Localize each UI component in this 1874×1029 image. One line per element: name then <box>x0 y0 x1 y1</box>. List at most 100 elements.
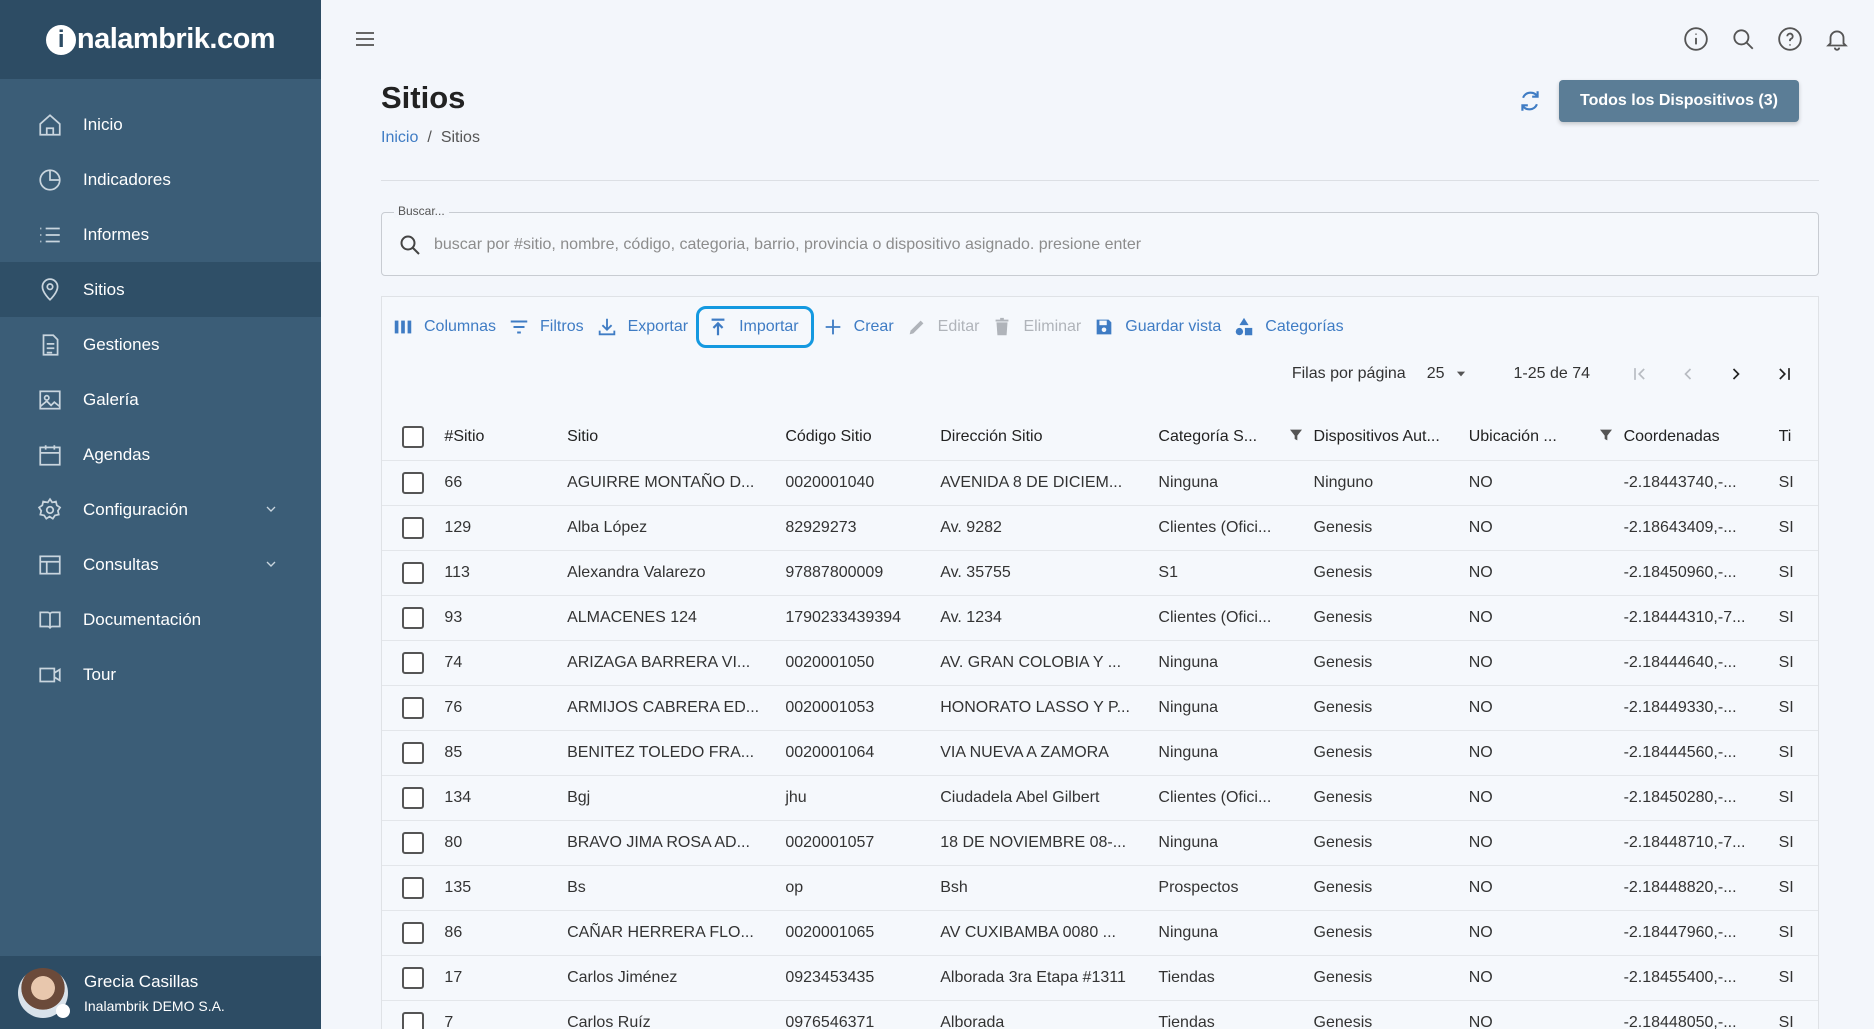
sidebar-item-indicadores[interactable]: Indicadores <box>0 152 321 207</box>
table-cell: Genesis <box>1313 684 1469 730</box>
row-checkbox[interactable] <box>402 876 424 899</box>
create-button[interactable]: Crear <box>818 309 898 345</box>
table-cell: -2.18443740,-... <box>1623 459 1779 505</box>
user-profile[interactable]: Grecia Casillas Inalambrik DEMO S.A. <box>0 956 321 1029</box>
row-checkbox[interactable] <box>402 516 424 539</box>
search-icon <box>398 233 422 257</box>
table-row[interactable]: 7 Carlos Ruíz 0976546371 Alborada Tiendas Gen… <box>382 999 1818 1029</box>
table-cell: Tiendas <box>1158 954 1314 1000</box>
sidebar-item-tour[interactable]: Tour <box>0 647 321 702</box>
table-cell: Ciudadela Abel Gilbert <box>940 774 1159 820</box>
prev-page-button[interactable] <box>1674 360 1702 388</box>
column-header[interactable]: Sitio <box>567 415 785 460</box>
sidebar-item-sitios[interactable]: Sitios <box>0 262 321 317</box>
column-header[interactable]: Ubicación ... <box>1469 415 1624 460</box>
rows-per-page-select[interactable]: 25 <box>1427 365 1469 383</box>
column-header[interactable]: #Sitio <box>444 415 567 460</box>
table-cell: SI <box>1778 639 1818 685</box>
first-page-button[interactable] <box>1626 360 1654 388</box>
search-label: Buscar... <box>394 204 449 218</box>
info-icon[interactable] <box>1683 26 1709 52</box>
refresh-icon[interactable] <box>1517 88 1543 114</box>
sidebar-item-inicio[interactable]: Inicio <box>0 97 321 152</box>
table-row[interactable]: 93 ALMACENES 124 1790233439394 Av. 1234 Clie… <box>382 594 1818 640</box>
filters-button[interactable]: Filtros <box>504 309 588 345</box>
table-cell: Ninguna <box>1158 729 1314 775</box>
table-row[interactable]: 113 Alexandra Valarezo 97887800009 Av. 3575… <box>382 549 1818 595</box>
search-icon[interactable] <box>1730 26 1756 52</box>
table-cell: SI <box>1778 864 1818 910</box>
column-header[interactable]: Ti <box>1779 415 1818 460</box>
table-cell: 18 DE NOVIEMBRE 08-... <box>940 819 1159 865</box>
save-view-button[interactable]: Guardar vista <box>1089 309 1225 345</box>
all-devices-button[interactable]: Todos los Dispositivos (3) <box>1559 80 1799 122</box>
search-input[interactable] <box>434 225 1794 265</box>
sidebar-item-gestiones[interactable]: Gestiones <box>0 317 321 372</box>
table-cell: Av. 9282 <box>940 504 1159 550</box>
row-checkbox[interactable] <box>402 471 424 494</box>
bell-icon[interactable] <box>1824 26 1850 52</box>
column-header[interactable]: Dispositivos Aut... <box>1314 415 1469 460</box>
plus-icon <box>825 319 840 335</box>
sidebar-item-label: Sitios <box>83 279 125 299</box>
sidebar-item-galeria[interactable]: Galería <box>0 372 321 427</box>
table-cell: -2.18447960,-... <box>1623 909 1779 955</box>
row-select-cell <box>382 594 445 640</box>
sidebar-item-agendas[interactable]: Agendas <box>0 427 321 482</box>
delete-button[interactable]: Eliminar <box>987 309 1085 345</box>
table-cell: SI <box>1778 774 1818 820</box>
sidebar-item-informes[interactable]: Informes <box>0 207 321 262</box>
help-icon[interactable] <box>1777 26 1803 52</box>
row-checkbox[interactable] <box>402 966 424 989</box>
sidebar-item-consultas[interactable]: Consultas <box>0 537 321 592</box>
table-row[interactable]: 86 CAÑAR HERRERA FLO... 0020001065 AV CUXIB… <box>382 909 1818 955</box>
table-cell: AV. GRAN COLOBIA Y ... <box>940 639 1159 685</box>
filter-icon[interactable] <box>1288 427 1304 448</box>
table-row[interactable]: 135 Bs op Bsh Prospectos Genesis NO -2.18448820… <box>382 864 1818 910</box>
row-checkbox[interactable] <box>402 831 424 854</box>
table-row[interactable]: 17 Carlos Jiménez 0923453435 Alborada 3ra E… <box>382 954 1818 1000</box>
row-checkbox[interactable] <box>402 921 424 944</box>
sidebar-item-documentacion[interactable]: Documentación <box>0 592 321 647</box>
table-cell: 85 <box>444 729 568 775</box>
select-all-checkbox[interactable] <box>402 426 424 449</box>
row-select-cell <box>382 864 445 910</box>
row-checkbox[interactable] <box>402 561 424 584</box>
columns-button[interactable]: Columnas <box>388 309 500 345</box>
import-button[interactable]: Importar <box>696 306 814 348</box>
menu-icon[interactable] <box>353 27 377 51</box>
next-page-button[interactable] <box>1722 360 1750 388</box>
sidebar-item-label: Indicadores <box>83 169 171 189</box>
table-row[interactable]: 80 BRAVO JIMA ROSA AD... 0020001057 18 DE N… <box>382 819 1818 865</box>
table-row[interactable]: 85 BENITEZ TOLEDO FRA... 0020001064 VIA NUE… <box>382 729 1818 775</box>
last-page-button[interactable] <box>1770 360 1798 388</box>
table-row[interactable]: 134 Bgj jhu Ciudadela Abel Gilbert Clientes … <box>382 774 1818 820</box>
row-checkbox[interactable] <box>402 741 424 764</box>
row-select-cell <box>382 999 445 1029</box>
categories-button[interactable]: Categorías <box>1229 309 1347 345</box>
row-checkbox[interactable] <box>402 606 424 629</box>
row-checkbox[interactable] <box>402 1011 424 1029</box>
table-row[interactable]: 129 Alba López 82929273 Av. 9282 Clientes (O… <box>382 504 1818 550</box>
sidebar-item-configuracion[interactable]: Configuración <box>0 482 321 537</box>
breadcrumb-home-link[interactable]: Inicio <box>381 129 418 146</box>
column-header[interactable]: Código Sitio <box>785 415 940 460</box>
row-select-cell <box>382 459 445 505</box>
column-header[interactable]: Dirección Sitio <box>940 415 1158 460</box>
edit-button[interactable]: Editar <box>902 309 984 345</box>
table-cell: 113 <box>444 549 568 595</box>
table-cell: NO <box>1468 504 1624 550</box>
save-icon <box>1096 319 1112 335</box>
row-checkbox[interactable] <box>402 786 424 809</box>
table-row[interactable]: 74 ARIZAGA BARRERA VI... 0020001050 AV. GRA… <box>382 639 1818 685</box>
export-button[interactable]: Exportar <box>592 309 692 345</box>
table-cell: 74 <box>444 639 568 685</box>
filter-icon[interactable] <box>1598 427 1614 448</box>
table-row[interactable]: 66 AGUIRRE MONTAÑO D... 0020001040 AVENIDA … <box>382 459 1818 505</box>
row-checkbox[interactable] <box>402 651 424 674</box>
column-header[interactable]: Categoría S... <box>1158 415 1313 460</box>
table-row[interactable]: 76 ARMIJOS CABRERA ED... 0020001053 HONORAT… <box>382 684 1818 730</box>
row-checkbox[interactable] <box>402 696 424 719</box>
brand-logo[interactable]: i nalambrik.com <box>45 23 276 56</box>
column-header[interactable]: Coordenadas <box>1624 415 1779 460</box>
